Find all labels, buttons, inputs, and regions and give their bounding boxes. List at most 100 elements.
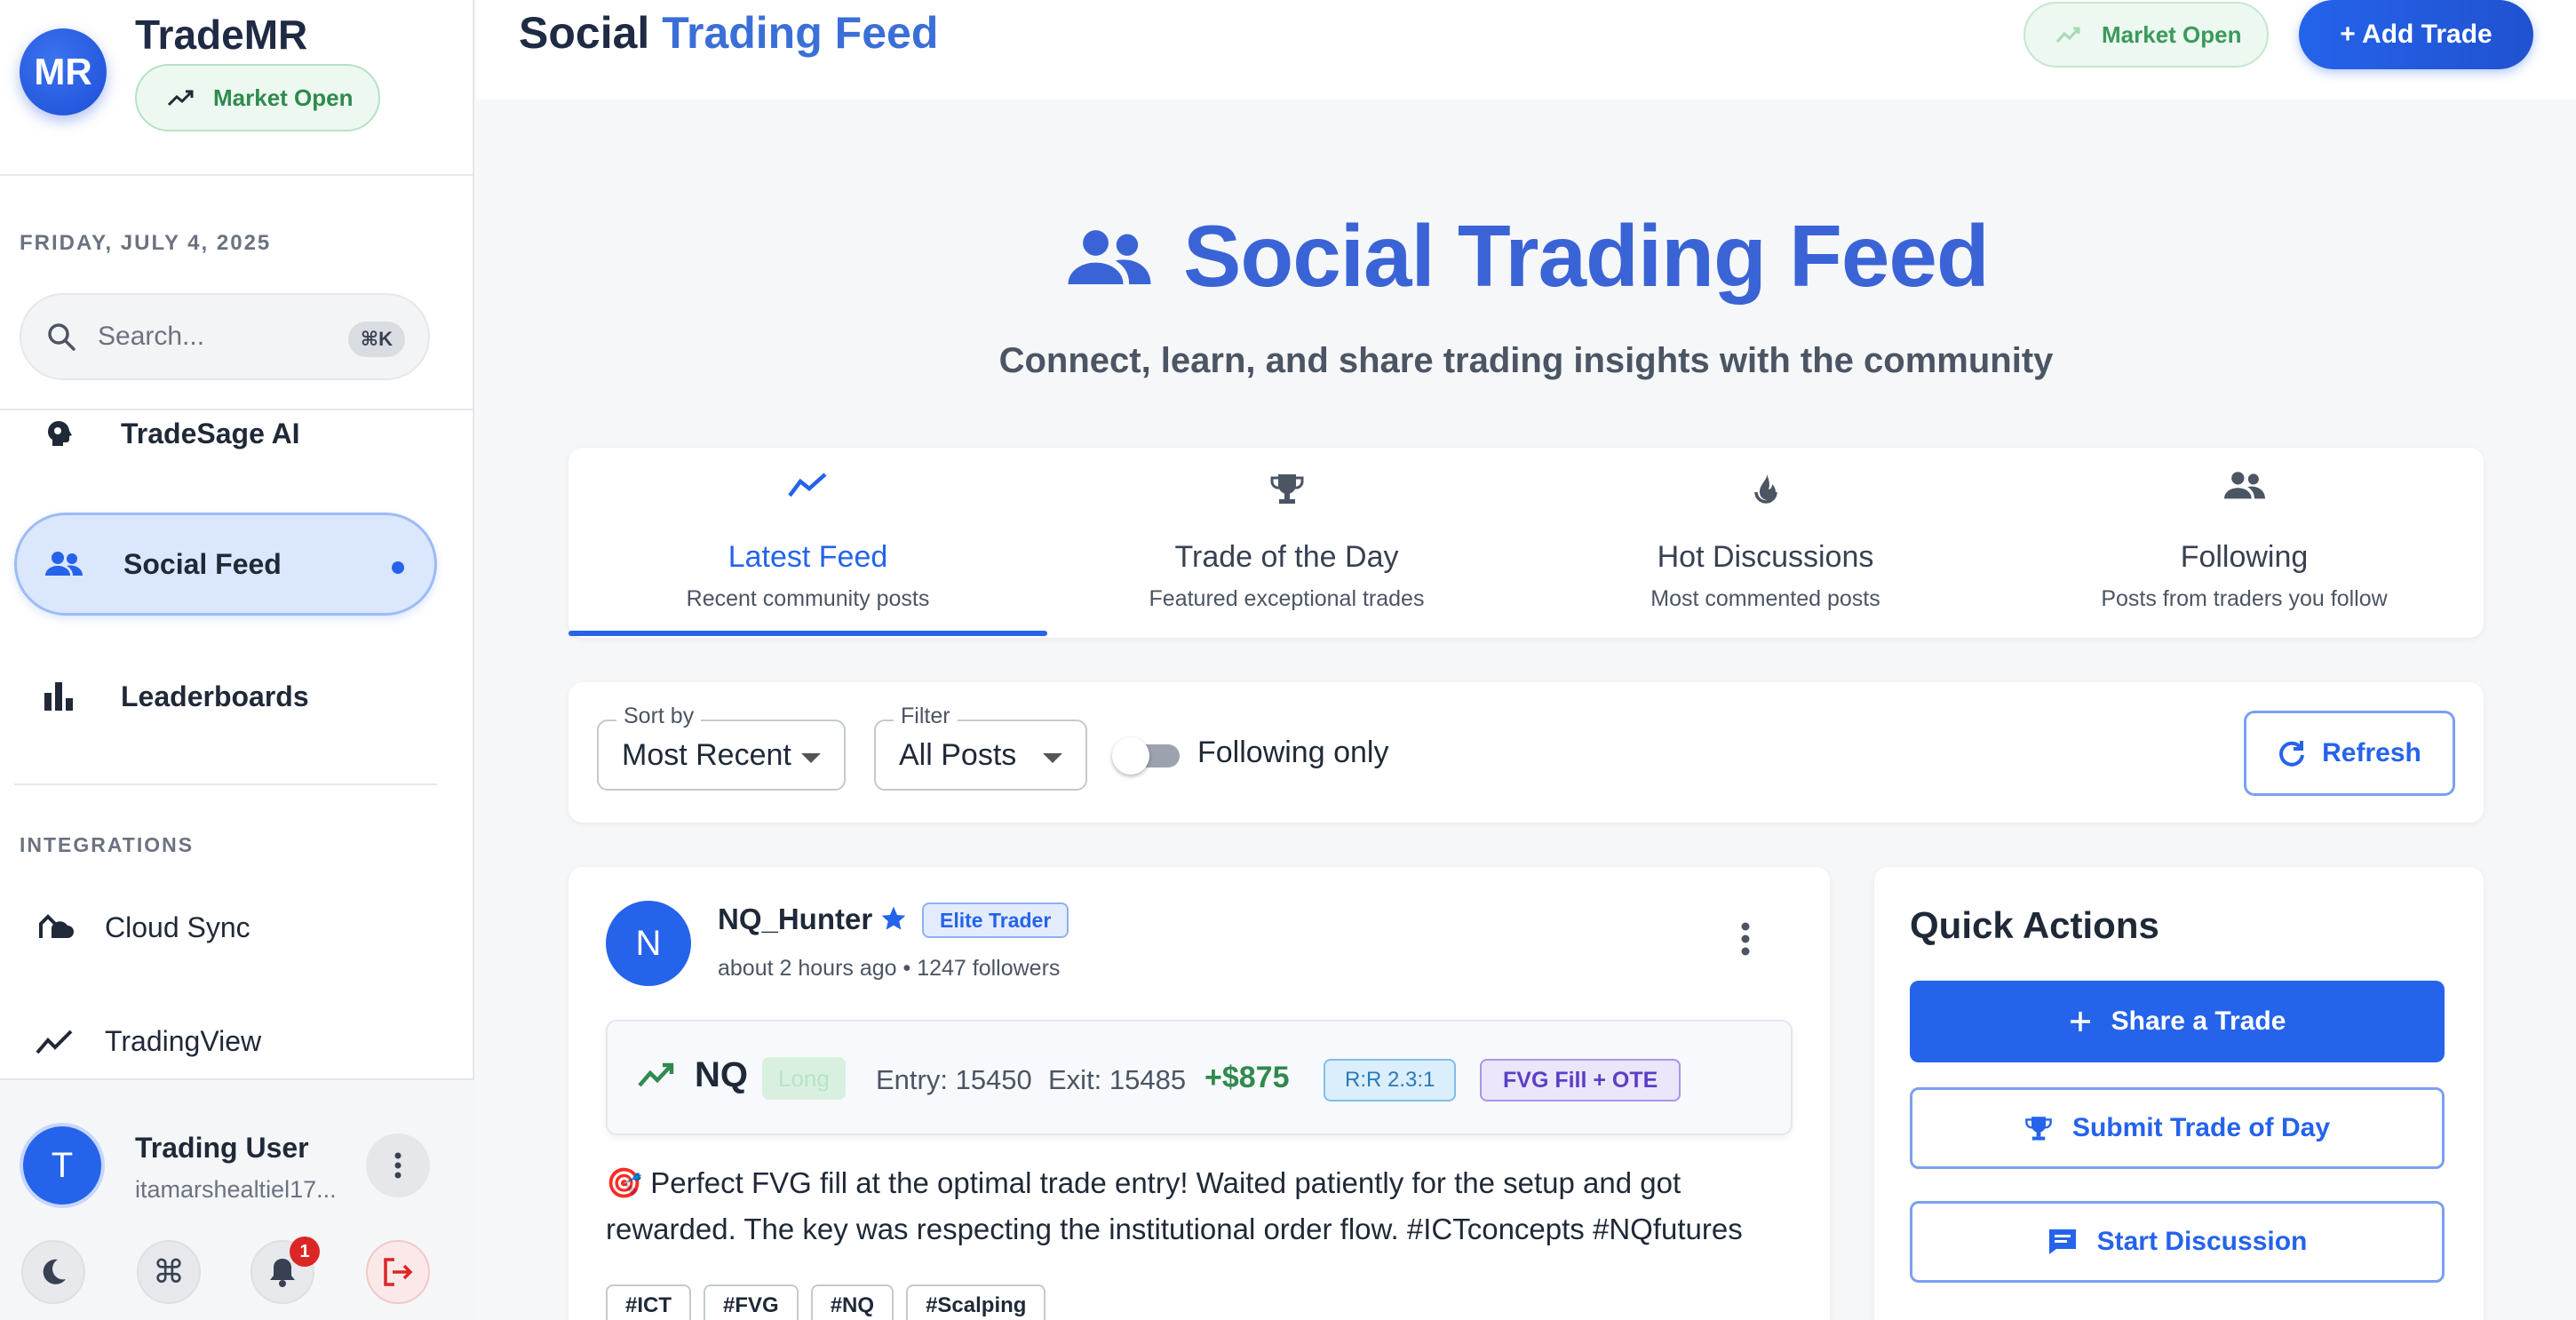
theme-toggle-button[interactable] [21,1240,85,1304]
hero-title-text: Social Trading Feed [1183,207,1990,305]
integration-cloud-sync[interactable]: Cloud Sync [36,892,250,963]
top-bar: Social Trading Feed Market Open + Add Tr… [476,0,2576,99]
author-avatar[interactable]: N [606,901,691,986]
chat-icon [2048,1229,2076,1254]
hashtag-chip[interactable]: #NQ [810,1284,894,1320]
divider [14,783,437,785]
app-name: TradeMR [135,12,308,58]
hashtag-chip[interactable]: #ICT [606,1284,692,1320]
post-body: 🎯 Perfect FVG fill at the optimal trade … [606,1166,1743,1245]
page-title-part1: Social [519,8,650,58]
filter-select[interactable]: Filter All Posts [874,704,1087,791]
people-icon [45,551,99,577]
tab-label: Latest Feed [727,540,888,574]
trade-summary[interactable]: NQ Long Entry: 15450 Exit: 15485 +$875 R… [606,1020,1793,1135]
sort-select-value: Most Recent [622,737,791,772]
tab-label: Trade of the Day [1174,540,1399,574]
tab-label: Hot Discussions [1657,540,1874,574]
author-name[interactable]: NQ_Hunter [718,903,872,936]
hashtag-chip[interactable]: #Scalping [906,1284,1046,1320]
people-icon [1068,229,1151,284]
tab-latest-feed[interactable]: Latest Feed Recent community posts [568,448,1047,638]
sidebar-item-label: Leaderboards [121,680,309,712]
start-discussion-button[interactable]: Start Discussion [1910,1201,2445,1283]
page-title: Social Trading Feed [519,7,938,59]
user-panel: T Trading User itamarshealtiel17... ⌘ 1 [0,1078,474,1320]
share-trade-label: Share a Trade [2111,1006,2286,1036]
add-trade-button[interactable]: + Add Trade [2299,0,2533,69]
integration-tradingview[interactable]: TradingView [36,1006,261,1077]
chevron-down-icon [1043,753,1062,763]
post-card: N NQ_Hunter Elite Trader about 2 hours a… [568,867,1830,1320]
trade-entry: Entry: 15450 [876,1064,1032,1095]
refresh-button[interactable]: Refresh [2244,711,2455,796]
search-icon [48,323,76,351]
trending-up-icon [638,1062,674,1087]
market-status-text: Market Open [213,83,354,111]
tab-hot-discussions[interactable]: Hot Discussions Most commented posts [1526,448,2005,638]
sidebar-item-social-feed[interactable]: Social Feed [14,513,437,616]
submit-trade-of-day-button[interactable]: Submit Trade of Day [1910,1087,2445,1169]
tab-following[interactable]: Following Posts from traders you follow [2005,448,2484,638]
filter-select-label: Filter [894,704,958,729]
brain-icon [43,417,96,449]
trade-exit: Exit: 15485 [1048,1064,1187,1095]
divider [0,174,474,176]
logout-icon [384,1258,413,1286]
following-only-toggle[interactable] [1110,737,1180,775]
refresh-icon [2279,741,2305,767]
search-box[interactable]: ⌘K [20,293,430,380]
sidebar-item-tradesage-ai[interactable]: TradeSage AI [14,382,437,485]
page-title-part2: Trading Feed [662,8,939,58]
command-palette-button[interactable]: ⌘ [137,1240,201,1304]
tab-description: Featured exceptional trades [1149,586,1425,611]
trade-setup: FVG Fill + OTE [1480,1059,1682,1101]
author-rank-badge: Elite Trader [922,903,1069,938]
start-discussion-label: Start Discussion [2096,1227,2308,1256]
user-menu-button[interactable] [366,1133,430,1197]
sidebar-item-label: Social Feed [123,547,282,580]
tab-trade-of-the-day[interactable]: Trade of the Day Featured exceptional tr… [1047,448,1526,638]
market-status-badge: Market Open [2023,2,2269,68]
trade-direction: Long [762,1057,846,1100]
integration-label: TradingView [105,1024,262,1057]
search-shortcut: ⌘K [347,322,405,357]
sidebar: MR TradeMR Market Open FRIDAY, JULY 4, 2… [0,0,474,1320]
filter-bar: Sort by Most Recent Filter All Posts Fol… [568,682,2484,823]
sidebar-item-label: TradeSage AI [121,417,300,449]
notifications-button[interactable]: 1 [250,1237,320,1304]
share-trade-button[interactable]: Share a Trade [1910,981,2445,1062]
app-logo[interactable]: MR [20,28,107,115]
trending-line-icon [36,1030,73,1054]
tab-description: Most commented posts [1650,586,1880,611]
trophy-icon [2025,1117,2052,1141]
search-input[interactable] [98,322,329,352]
hero-title: Social Trading Feed [1068,206,1990,306]
post-hashtags: #ICT #FVG #NQ #Scalping [606,1284,1058,1320]
following-only-label: Following only [1197,736,1389,769]
filter-select-value: All Posts [899,737,1017,772]
more-vertical-icon[interactable] [1741,922,1750,956]
chevron-down-icon [801,753,821,763]
user-avatar[interactable]: T [20,1123,105,1208]
trending-up-icon [167,90,194,107]
toggle-knob [1112,737,1149,775]
trade-risk-reward: R:R 2.3:1 [1324,1059,1457,1101]
moon-icon [43,1259,66,1284]
star-icon [881,906,906,930]
trade-pnl: +$875 [1205,1061,1290,1094]
submit-trade-of-day-label: Submit Trade of Day [2071,1113,2331,1142]
feed-tabs: Latest Feed Recent community posts Trade… [568,448,2484,638]
market-status-badge: Market Open [135,64,380,131]
notification-badge: 1 [290,1237,320,1267]
hashtag-chip[interactable]: #FVG [704,1284,799,1320]
tab-description: Recent community posts [686,586,930,611]
quick-actions-title: Quick Actions [1910,904,2159,946]
logout-button[interactable] [366,1240,430,1304]
command-icon: ⌘ [153,1253,185,1291]
sort-select[interactable]: Sort by Most Recent [597,704,846,791]
refresh-label: Refresh [2322,738,2421,767]
tab-description: Posts from traders you follow [2101,586,2388,611]
quick-actions-panel: Quick Actions Share a Trade Submit Trade… [1874,867,2484,1320]
sidebar-item-leaderboards[interactable]: Leaderboards [14,645,437,748]
